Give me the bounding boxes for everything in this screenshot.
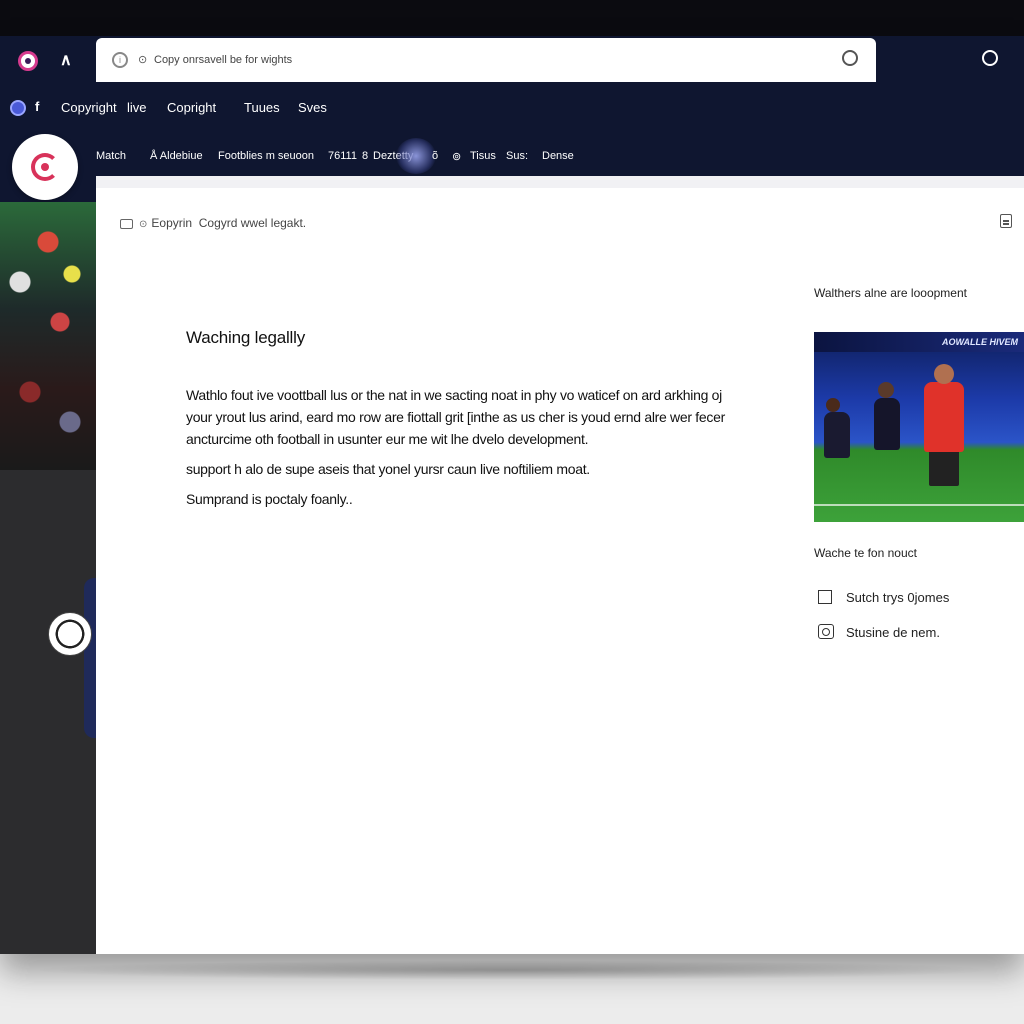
breadcrumb: ⊙ Eopyrin Cogyrd wwel legakt.	[120, 216, 306, 230]
glow-decoration	[396, 138, 436, 174]
article-paragraph-3: Sumprand is poctaly foanly..	[186, 491, 353, 507]
nav-item-dense[interactable]: Dense	[542, 150, 574, 162]
pitch-line	[814, 504, 1024, 506]
tab-bar: f Copyright live Copright Tuues Sves	[0, 96, 1024, 122]
background-photo	[0, 202, 96, 954]
crowd-photo	[0, 202, 96, 470]
nav-item-8[interactable]: 8	[362, 150, 368, 162]
nav-item-76111[interactable]: 76111	[328, 150, 357, 162]
nav-item-tisus[interactable]: Tisus	[470, 150, 496, 162]
site-logo[interactable]	[12, 134, 78, 200]
image-banner: AOWALLE HIVEM	[814, 332, 1024, 352]
document-menu-icon[interactable]	[1000, 214, 1012, 228]
sidebar-subheading: Wache te fon nouct	[814, 546, 917, 560]
player-figure	[824, 412, 850, 458]
tab-copright[interactable]: Copright	[167, 100, 216, 115]
nav-item-footblies[interactable]: Footblies m seuoon	[218, 150, 314, 162]
nav-item-aldebiue[interactable]: Å Aldebiue	[150, 150, 203, 162]
camera-icon	[818, 624, 834, 639]
nav-item-misc[interactable]: õ	[432, 150, 438, 162]
tab-tuues[interactable]: Tuues	[244, 100, 280, 115]
dark-background	[0, 470, 96, 954]
breadcrumb-item-2[interactable]: Cogyrd wwel legakt.	[199, 216, 306, 230]
address-row: ∧ i ⊙ Copy onrsavell be for wights	[0, 36, 1024, 84]
sidebar-link-label: Stusine de nem.	[846, 625, 940, 640]
logo-mark-icon	[31, 153, 59, 181]
profile-icon[interactable]	[982, 50, 998, 66]
address-text[interactable]: Copy onrsavell be for wights	[154, 54, 292, 66]
nav-item-settings-icon[interactable]: ⊚	[452, 150, 461, 163]
nav-item-match[interactable]: Match	[96, 150, 126, 162]
address-bar[interactable]: i ⊙ Copy onrsavell be for wights	[96, 38, 876, 82]
caret-up-icon[interactable]: ∧	[60, 50, 72, 70]
article-paragraph-2: support h alo de supe aseis that yonel y…	[186, 461, 590, 477]
image-icon	[120, 218, 133, 229]
sidebar-heading: Walthers alne are looopment	[814, 286, 967, 300]
facebook-icon[interactable]: f	[35, 99, 39, 114]
tab-live[interactable]: live	[127, 100, 147, 115]
football-icon	[48, 612, 92, 656]
sidebar-link-2[interactable]: Stusine de nem.	[818, 624, 940, 640]
browser-logo-icon[interactable]	[18, 51, 38, 71]
player-legs	[929, 450, 959, 486]
article-title: Waching legallly	[186, 328, 306, 347]
checkbox-icon[interactable]	[818, 590, 832, 604]
player-head	[934, 364, 954, 384]
article-paragraph-1: Wathlo fout ive voottball lus or the nat…	[186, 387, 725, 447]
player-head	[878, 382, 894, 398]
lock-icon: ⊙	[138, 54, 148, 66]
refresh-icon[interactable]	[842, 50, 858, 66]
nav-bar: Match Å Aldebiue Footblies m seuoon 7611…	[0, 134, 1024, 200]
sidebar-link-1[interactable]: Sutch trys 0jomes	[818, 590, 949, 605]
image-banner-text: AOWALLE HIVEM	[942, 337, 1018, 347]
player-head	[826, 398, 840, 412]
player-figure	[924, 382, 964, 452]
sidebar-link-label: Sutch trys 0jomes	[846, 590, 950, 605]
top-strip	[0, 0, 1024, 36]
app-frame: ∧ i ⊙ Copy onrsavell be for wights f Cop…	[0, 36, 1024, 954]
nav-item-sus[interactable]: Sus:	[506, 150, 528, 162]
info-icon[interactable]: i	[112, 52, 128, 68]
player-figure	[84, 578, 96, 738]
lock-icon: ⊙	[139, 219, 148, 230]
football-match-image[interactable]: AOWALLE HIVEM	[814, 332, 1024, 522]
content-panel: ⊙ Eopyrin Cogyrd wwel legakt. Waching leg…	[96, 176, 1024, 954]
bottom-shadow	[30, 960, 994, 980]
player-figure	[874, 398, 900, 450]
app-icon[interactable]	[10, 100, 26, 116]
tab-copyright[interactable]: Copyright	[61, 100, 117, 115]
breadcrumb-item-1[interactable]: Eopyrin	[151, 216, 192, 230]
tab-sves[interactable]: Sves	[298, 100, 327, 115]
